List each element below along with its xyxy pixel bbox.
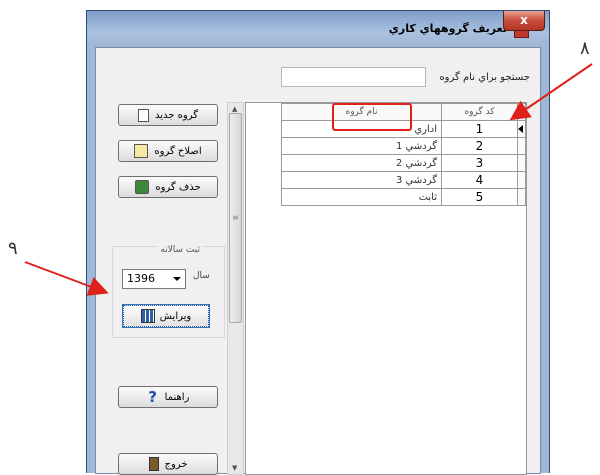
annotation-arrows xyxy=(24,63,593,296)
arrow-to-edit-button xyxy=(24,261,109,296)
arrow-to-row-pointer xyxy=(509,63,593,121)
